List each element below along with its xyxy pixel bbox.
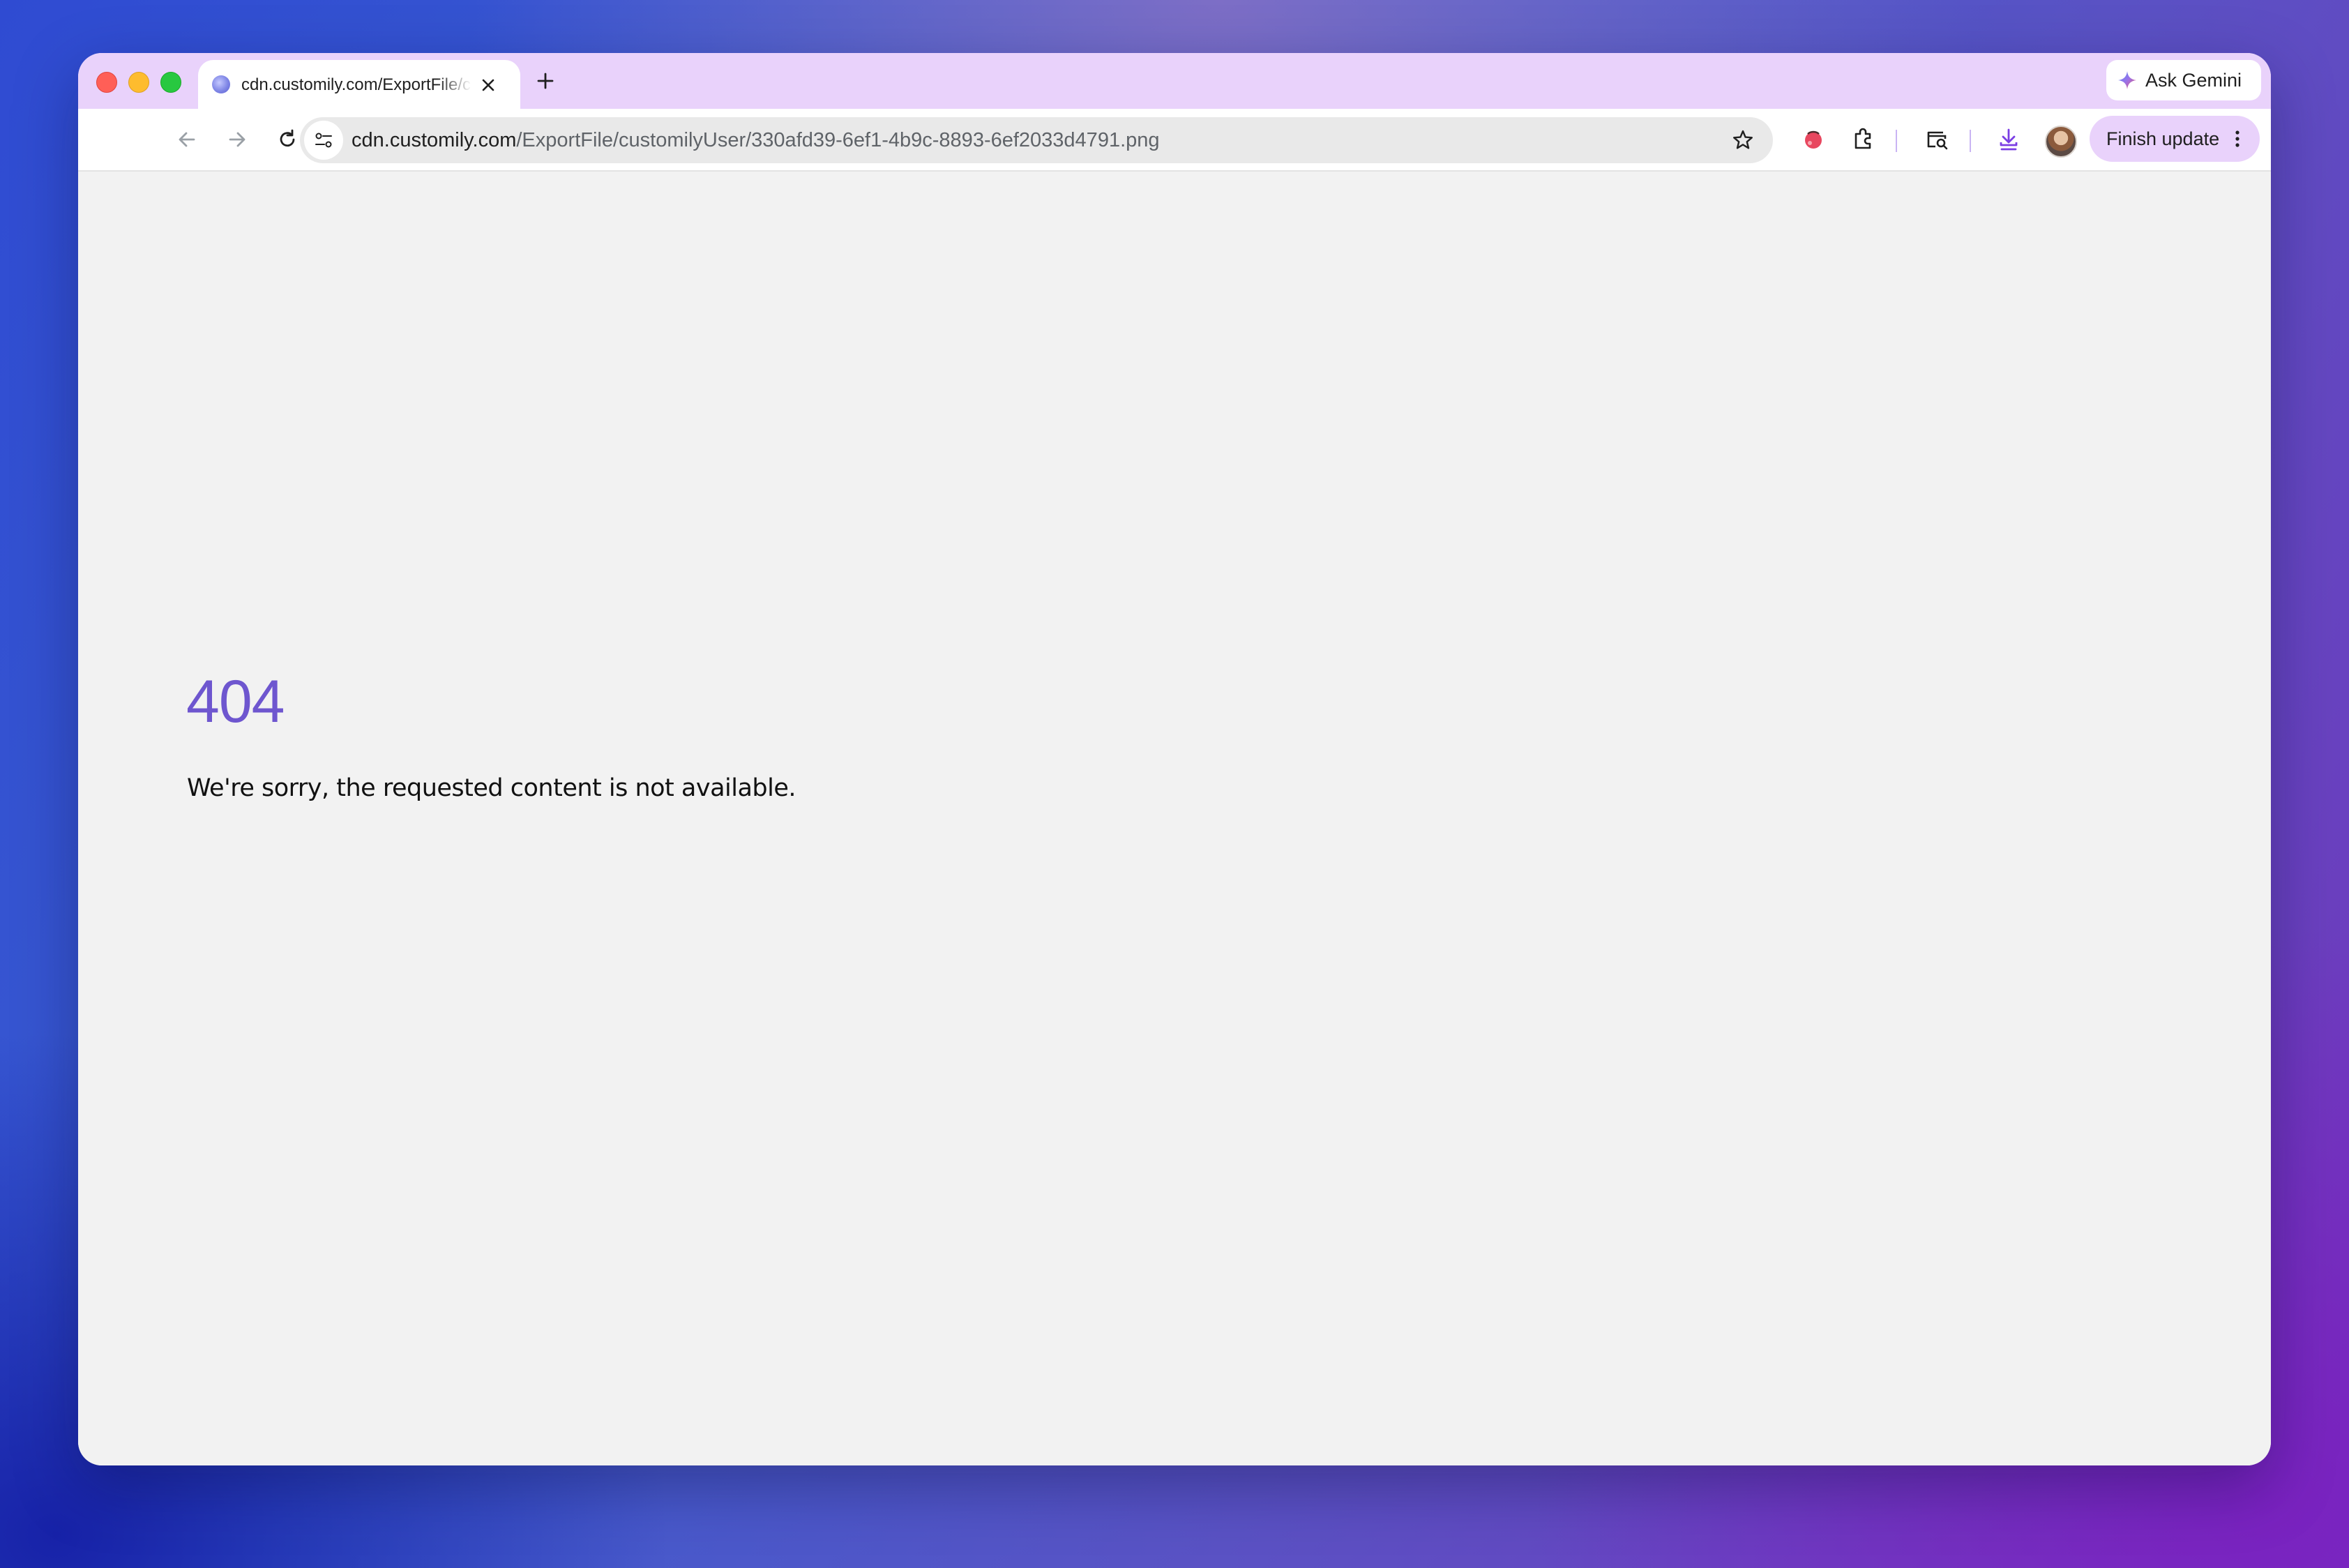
toolbar: cdn.customily.com/ExportFile/customilyUs… xyxy=(78,109,2271,172)
ask-gemini-button[interactable]: Ask Gemini xyxy=(2106,60,2261,100)
tab-strip: cdn.customily.com/ExportFile/customilyUs… xyxy=(78,53,2271,109)
extension-red-icon[interactable] xyxy=(1798,124,1829,155)
forward-icon[interactable] xyxy=(223,126,251,153)
avatar[interactable] xyxy=(2045,126,2077,158)
url-text[interactable]: cdn.customily.com/ExportFile/customilyUs… xyxy=(352,128,1160,152)
url-host: cdn.customily.com xyxy=(352,129,517,151)
more-vert-icon xyxy=(2235,130,2240,147)
reload-icon[interactable] xyxy=(273,126,301,153)
finish-update-button[interactable]: Finish update xyxy=(2090,116,2260,162)
ask-gemini-label: Ask Gemini xyxy=(2145,70,2242,91)
close-icon[interactable] xyxy=(477,74,499,96)
address-bar[interactable]: cdn.customily.com/ExportFile/customilyUs… xyxy=(300,117,1773,163)
puzzle-icon[interactable] xyxy=(1848,124,1879,155)
star-icon[interactable] xyxy=(1731,128,1755,152)
back-icon[interactable] xyxy=(173,126,201,153)
url-path: /ExportFile/customilyUser/330afd39-6ef1-… xyxy=(516,129,1160,151)
gemini-icon xyxy=(2118,71,2136,89)
download-icon[interactable] xyxy=(1993,124,2024,155)
finish-update-label: Finish update xyxy=(2106,128,2220,149)
error-code: 404 xyxy=(186,668,285,735)
minimize-window-button[interactable] xyxy=(128,72,149,93)
tab-active[interactable]: cdn.customily.com/ExportFile/customilyUs… xyxy=(198,60,520,109)
close-window-button[interactable] xyxy=(96,72,117,93)
toolbar-separator xyxy=(1896,130,1897,152)
plus-icon[interactable] xyxy=(533,68,558,93)
site-info-button[interactable] xyxy=(304,121,343,160)
browser-window: cdn.customily.com/ExportFile/customilyUs… xyxy=(78,53,2271,1465)
site-info-icon xyxy=(315,133,332,148)
error-message: We're sorry, the requested content is no… xyxy=(187,774,796,802)
page-content: 404 We're sorry, the requested content i… xyxy=(78,172,2271,1465)
tab-title: cdn.customily.com/ExportFile/customilyUs… xyxy=(241,75,471,94)
toolbar-separator xyxy=(1970,130,1971,152)
favicon-icon xyxy=(212,75,230,93)
zoom-window-button[interactable] xyxy=(160,72,181,93)
search-tab-icon[interactable] xyxy=(1922,124,1953,155)
